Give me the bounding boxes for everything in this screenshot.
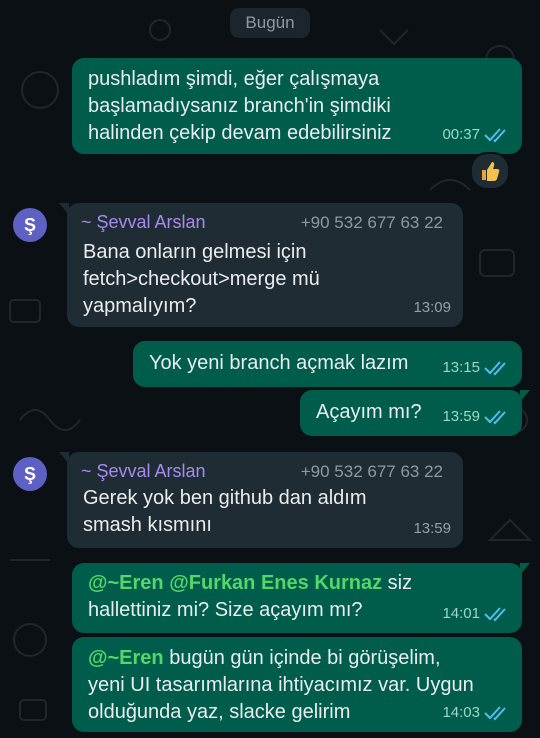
bubble-tail [520, 563, 530, 575]
mention-link[interactable]: @~Eren [88, 572, 164, 594]
sender-name[interactable]: ~ Şevval Arslan [81, 458, 206, 485]
double-check-icon [484, 360, 506, 375]
message-meta: 00:37 [442, 121, 510, 148]
message-line: yeni UI tasarımlarına ihtiyacımız var. U… [88, 674, 474, 696]
message-time: 13:59 [413, 520, 451, 537]
message-meta: 13:59 [442, 403, 510, 430]
outgoing-message[interactable]: @~Eren @Furkan Enes Kurnaz siz hallettin… [72, 563, 530, 633]
incoming-message[interactable]: ~ Şevval Arslan +90 532 677 63 22 Gerek … [59, 452, 463, 548]
message-meta: 14:03 [442, 699, 510, 726]
mention-link[interactable]: @~Eren [88, 647, 164, 669]
thumbs-up-icon [482, 162, 500, 181]
message-time: 13:09 [413, 299, 451, 316]
message-time: 13:15 [442, 359, 480, 376]
sender-phone: +90 532 677 63 22 [300, 462, 443, 481]
outgoing-message[interactable]: Açayım mı? 13:59 [300, 390, 530, 436]
message-text: Bana onların gelmesi için fetch>checkout… [83, 241, 320, 317]
message-meta: 13:15 [442, 354, 510, 381]
message-time: 00:37 [442, 126, 480, 143]
avatar[interactable]: Ş [13, 208, 47, 242]
outgoing-message[interactable]: pushladım şimdi, eğer çalışmaya başlamad… [72, 58, 522, 154]
mention-link[interactable]: @Furkan Enes Kurnaz [169, 572, 382, 594]
sender-phone: +90 532 677 63 22 [300, 213, 443, 232]
reaction-badge[interactable] [470, 152, 510, 190]
double-check-icon [484, 409, 506, 424]
message-meta: 13:09 [413, 294, 451, 321]
avatar[interactable]: Ş [13, 457, 47, 491]
sender-name[interactable]: ~ Şevval Arslan [81, 209, 206, 236]
message-time: 13:59 [442, 408, 480, 425]
bubble-tail [59, 452, 69, 464]
date-divider: Bugün [230, 8, 310, 38]
outgoing-message[interactable]: Yok yeni branch açmak lazım 13:15 [133, 341, 522, 387]
message-text: pushladım şimdi, eğer çalışmaya başlamad… [88, 68, 392, 144]
message-line: @~Eren bugün gün içinde bi görüşelim, [88, 645, 508, 672]
incoming-message[interactable]: ~ Şevval Arslan +90 532 677 63 22 Bana o… [59, 203, 463, 327]
message-meta: 13:59 [413, 515, 451, 542]
double-check-icon [484, 127, 506, 142]
double-check-icon [484, 606, 506, 621]
message-text-part: siz [382, 572, 413, 594]
message-text: Gerek yok ben github dan aldım smash kıs… [83, 487, 367, 536]
message-meta: 14:01 [442, 600, 510, 627]
message-time: 14:03 [442, 704, 480, 721]
message-time: 14:01 [442, 605, 480, 622]
bubble-tail [59, 203, 69, 215]
double-check-icon [484, 705, 506, 720]
outgoing-message[interactable]: @~Eren bugün gün içinde bi görüşelim, ye… [72, 637, 522, 732]
message-line: @~Eren @Furkan Enes Kurnaz siz [88, 570, 508, 597]
message-text-part: bugün gün içinde bi görüşelim, [163, 647, 441, 669]
bubble-tail [520, 390, 530, 402]
